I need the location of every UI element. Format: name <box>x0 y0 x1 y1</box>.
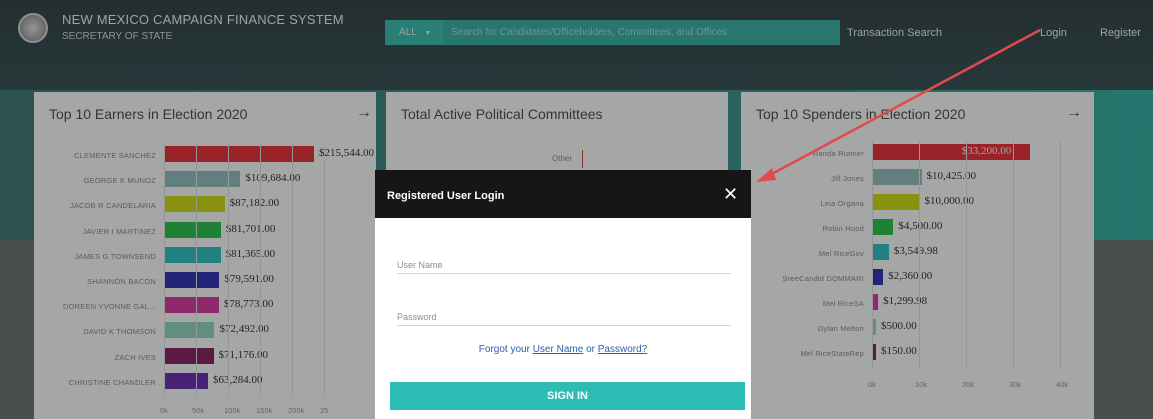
annotation-arrow <box>756 28 1041 182</box>
annotation-arrow-head <box>756 168 776 182</box>
annotation-arrow-line <box>767 28 1041 178</box>
